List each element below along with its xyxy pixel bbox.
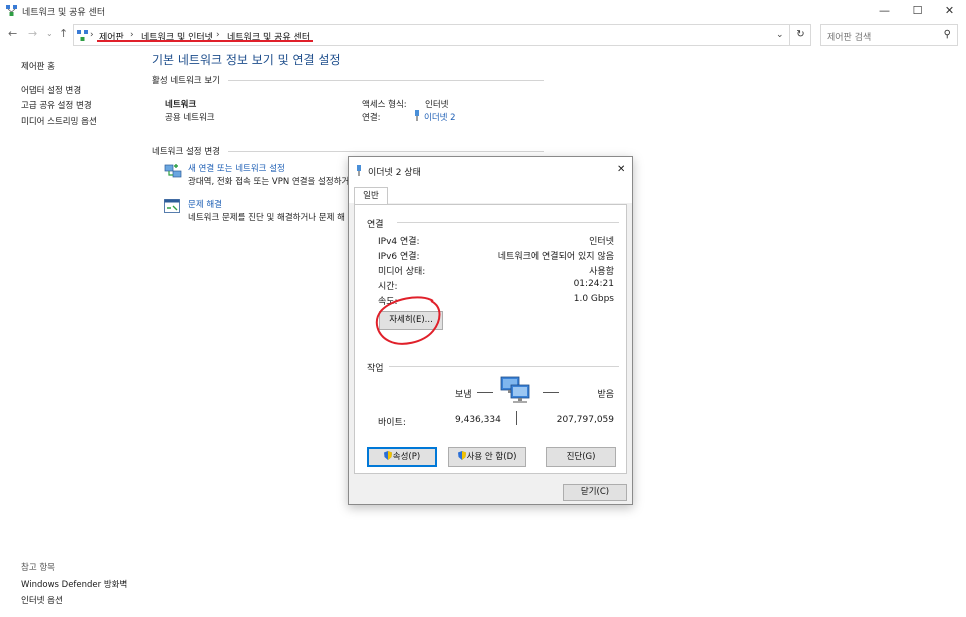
maximize-button[interactable]: ☐ bbox=[901, 0, 934, 22]
disable-button[interactable]: 사용 안 함(D) bbox=[448, 447, 526, 467]
dialog-title: 이더넷 2 상태 bbox=[368, 168, 421, 178]
bytes-label: 바이트: bbox=[378, 418, 406, 428]
troubleshoot-link[interactable]: 문제 해결 bbox=[188, 198, 222, 210]
duration-value: 01:24:21 bbox=[573, 279, 614, 289]
media-state-label: 미디어 상태: bbox=[378, 267, 426, 277]
internet-options-link[interactable]: 인터넷 옵션 bbox=[21, 594, 63, 606]
advanced-sharing-settings-link[interactable]: 고급 공유 설정 변경 bbox=[21, 99, 92, 111]
ipv4-value: 인터넷 bbox=[589, 237, 614, 247]
active-networks-title: 활성 네트워크 보기 bbox=[152, 76, 220, 86]
address-dropdown-button[interactable]: ⌄ bbox=[776, 30, 784, 40]
annotation-circle bbox=[375, 296, 441, 345]
change-network-settings-title: 네트워크 설정 변경 bbox=[152, 147, 220, 157]
ethernet-status-dialog: 이더넷 2 상태 ✕ 일반 연결 IPv4 연결: 인터넷 IPv6 연결: 네… bbox=[348, 156, 633, 505]
new-connection-link[interactable]: 새 연결 또는 네트워크 설정 bbox=[188, 162, 285, 174]
media-state-value: 사용함 bbox=[589, 267, 614, 277]
dialog-tab-strip bbox=[349, 183, 632, 203]
search-input[interactable]: 제어판 검색 bbox=[827, 30, 871, 43]
connections-label: 연결: bbox=[362, 113, 381, 123]
disable-button-label: 사용 안 함(D) bbox=[466, 452, 517, 462]
properties-button[interactable]: 속성(P) bbox=[367, 447, 437, 467]
control-panel-home-link[interactable]: 제어판 홈 bbox=[21, 60, 55, 72]
sent-label: 보냄 bbox=[455, 390, 472, 400]
network-computers-icon bbox=[500, 376, 530, 403]
duration-label: 시간: bbox=[378, 282, 398, 292]
media-streaming-options-link[interactable]: 미디어 스트리밍 옵션 bbox=[21, 115, 97, 127]
network-type-link[interactable]: 공용 네트워크 bbox=[165, 111, 215, 123]
close-dialog-button[interactable]: 닫기(C) bbox=[563, 484, 627, 501]
title-bar: 네트워크 및 공유 센터 — ☐ ✕ bbox=[0, 0, 966, 22]
network-name: 네트워크 bbox=[165, 100, 197, 110]
ipv6-value: 네트워크에 연결되어 있지 않음 bbox=[497, 252, 614, 262]
diagnose-button[interactable]: 진단(G) bbox=[546, 447, 616, 467]
dialog-title-bar: 이더넷 2 상태 ✕ bbox=[349, 157, 632, 183]
see-also-title: 참고 항목 bbox=[21, 563, 55, 573]
page-title: 기본 네트워크 정보 보기 및 연결 설정 bbox=[152, 53, 341, 67]
general-tab-panel: 연결 IPv4 연결: 인터넷 IPv6 연결: 네트워크에 연결되어 있지 않… bbox=[354, 204, 627, 474]
refresh-button[interactable]: ↻ bbox=[789, 24, 811, 46]
uac-shield-icon bbox=[457, 451, 466, 460]
minimize-button[interactable]: — bbox=[868, 0, 901, 22]
search-icon[interactable]: ⚲ bbox=[944, 29, 951, 40]
section-divider bbox=[228, 80, 544, 81]
speed-value: 1.0 Gbps bbox=[573, 294, 614, 304]
ethernet-plug-icon bbox=[415, 110, 419, 121]
windows-defender-firewall-link[interactable]: Windows Defender 방화벽 bbox=[21, 578, 127, 590]
search-box[interactable]: 제어판 검색 ⚲ bbox=[820, 24, 958, 46]
ipv6-label: IPv6 연결: bbox=[378, 252, 420, 262]
forward-button[interactable]: → bbox=[28, 27, 37, 40]
up-button[interactable]: ↑ bbox=[59, 27, 68, 40]
properties-button-label: 속성(P) bbox=[392, 452, 421, 462]
ethernet-connection-link[interactable]: 이더넷 2 bbox=[424, 111, 456, 123]
navigation-bar: ← → ⌄ ↑ › 제어판 › 네트워크 및 인터넷 › 네트워크 및 공유 센… bbox=[0, 23, 966, 47]
bytes-sent-value: 9,436,334 bbox=[455, 415, 501, 425]
breadcrumb-separator: › bbox=[90, 30, 94, 40]
back-button[interactable]: ← bbox=[8, 27, 17, 40]
troubleshoot-icon bbox=[164, 199, 180, 213]
connection-group-title: 연결 bbox=[367, 220, 384, 230]
new-connection-icon bbox=[164, 164, 182, 178]
recent-locations-button[interactable]: ⌄ bbox=[46, 29, 53, 38]
new-connection-description: 광대역, 전화 접속 또는 VPN 연결을 설정하거 bbox=[188, 177, 350, 187]
group-divider bbox=[389, 366, 619, 367]
access-type-label: 액세스 형식: bbox=[362, 100, 407, 110]
control-panel-icon bbox=[77, 30, 88, 41]
activity-group-title: 작업 bbox=[367, 364, 384, 374]
section-divider bbox=[228, 151, 544, 152]
sent-line bbox=[477, 392, 493, 393]
access-type-value: 인터넷 bbox=[425, 100, 449, 110]
troubleshoot-description: 네트워크 문제를 진단 및 해결하거나 문제 해 bbox=[188, 213, 345, 223]
bytes-divider bbox=[516, 411, 517, 425]
change-adapter-settings-link[interactable]: 어댑터 설정 변경 bbox=[21, 84, 81, 96]
ethernet-plug-icon bbox=[357, 165, 361, 176]
close-window-button[interactable]: ✕ bbox=[933, 0, 966, 22]
received-label: 받음 bbox=[597, 390, 614, 400]
address-bar[interactable]: › 제어판 › 네트워크 및 인터넷 › 네트워크 및 공유 센터 ⌄ bbox=[73, 24, 811, 46]
bytes-received-value: 207,797,059 bbox=[556, 415, 614, 425]
group-divider bbox=[397, 222, 619, 223]
uac-shield-icon bbox=[383, 451, 392, 460]
tab-general[interactable]: 일반 bbox=[354, 187, 388, 205]
breadcrumb-separator: › bbox=[130, 30, 134, 40]
dialog-close-icon[interactable]: ✕ bbox=[617, 164, 625, 175]
breadcrumb-annotation-underline bbox=[97, 40, 313, 42]
received-line bbox=[543, 392, 559, 393]
ipv4-label: IPv4 연결: bbox=[378, 237, 420, 247]
window-title: 네트워크 및 공유 센터 bbox=[22, 8, 106, 18]
breadcrumb-separator: › bbox=[216, 30, 220, 40]
network-center-icon bbox=[6, 5, 17, 16]
